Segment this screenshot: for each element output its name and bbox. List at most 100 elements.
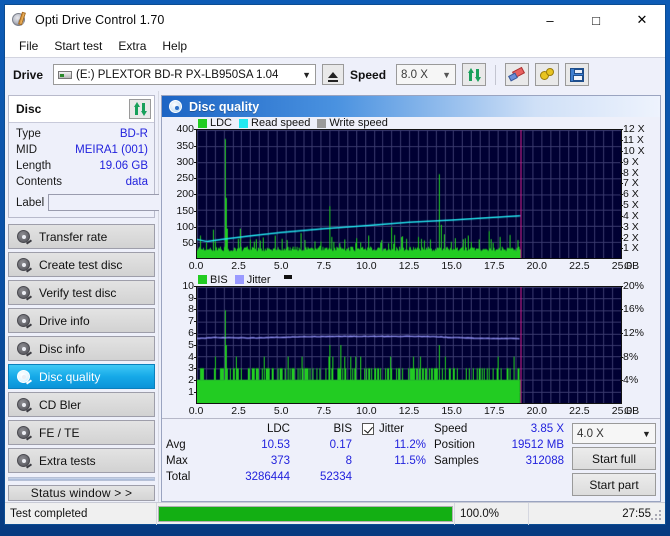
x-tick-label: 17.5 — [483, 404, 505, 417]
app-icon — [12, 11, 28, 28]
ldc-chart-legend: LDC Read speed Write speed — [162, 117, 660, 129]
bis-x-unit: GB — [624, 404, 640, 417]
disc-label-row: Label — [16, 193, 251, 212]
disc-quality-panel: Disc quality LDC Read speed Write speed … — [161, 95, 661, 502]
progress-bar — [158, 505, 453, 522]
disc-icon — [17, 314, 33, 329]
ldc-x-axis: 0.0 2.5 5.0 7.5 10.0 12.5 15.0 17.5 20.0 22.5 25.0… — [162, 259, 660, 273]
jitter-max-value: 11.5% — [394, 455, 426, 467]
settings-button[interactable] — [535, 63, 560, 86]
disc-info-panel: Disc Type BD-R MID MEIRA1 (001) Length 1… — [8, 95, 251, 218]
menu-extra[interactable]: Extra — [110, 37, 154, 55]
position-key: Position — [434, 439, 475, 451]
bis-y-axis-right: 20% 16% 12% 8% 4% — [619, 280, 660, 404]
legend-item-read-speed: Read speed — [239, 117, 310, 129]
save-button[interactable] — [565, 63, 590, 86]
sidebar-item-cd-bler[interactable]: CD Bler — [8, 392, 155, 417]
disc-row-contents: Contents data — [16, 174, 148, 190]
disc-value: 19.06 GB — [99, 160, 148, 172]
sidebar-item-create-test-disc[interactable]: Create test disc — [8, 252, 155, 277]
x-tick-label: 0.0 — [188, 404, 204, 417]
y-tick-label: 1 — [188, 386, 197, 399]
disc-icon — [169, 100, 182, 113]
ldc-x-unit: GB — [624, 260, 640, 273]
close-button[interactable]: ✕ — [619, 5, 665, 35]
status-window-button[interactable]: Status window > > — [8, 485, 155, 501]
y-tick-label: 9 — [188, 291, 197, 304]
speed-value: 3.85 X — [530, 423, 564, 435]
error-statistics-table: LDC BIS Avg 10.53 0.17 Max 373 8 Total 3… — [166, 423, 352, 483]
window-title: Opti Drive Control 1.70 — [35, 13, 165, 27]
minimize-button[interactable]: – — [527, 5, 573, 35]
jitter-checkbox[interactable] — [362, 423, 374, 435]
y-tick-label: 100 — [176, 220, 197, 233]
sidebar-item-fe-te[interactable]: FE / TE — [8, 420, 155, 445]
stats-row-label-avg: Avg — [166, 439, 186, 451]
jitter-header: Jitter — [362, 423, 426, 435]
bis-chart-legend: BIS Jitter — [162, 274, 660, 286]
x-tick-label: 0.0 — [188, 260, 204, 273]
maximize-button[interactable]: □ — [573, 5, 619, 35]
legend-item-bis: BIS — [198, 274, 228, 286]
x-tick-label: 12.5 — [398, 260, 420, 273]
x-tick-label: 7.5 — [316, 260, 332, 273]
disc-refresh-button[interactable] — [129, 99, 151, 119]
bis-y-axis-left: 10 9 8 7 6 5 4 3 2 1 — [162, 280, 197, 404]
sidebar-item-label: Extra tests — [39, 453, 96, 468]
statistics-panel: LDC BIS Avg 10.53 0.17 Max 373 8 Total 3… — [162, 418, 660, 501]
legend-item-jitter: Jitter — [234, 274, 271, 286]
start-part-button[interactable]: Start part — [572, 473, 656, 496]
disc-property-list: Type BD-R MID MEIRA1 (001) Length 19.06 … — [9, 123, 251, 217]
sidebar-item-transfer-rate[interactable]: Transfer rate — [8, 224, 155, 249]
legend-swatch-jitter — [234, 275, 244, 285]
start-full-button[interactable]: Start full — [572, 447, 656, 470]
erase-icon — [508, 66, 526, 82]
resize-grip[interactable] — [651, 510, 662, 521]
y-tick-label: 5 — [188, 338, 197, 351]
menu-file[interactable]: File — [11, 37, 46, 55]
y2-tick-label: 4% — [619, 374, 639, 387]
disc-row-length: Length 19.06 GB — [16, 158, 148, 174]
speed-select[interactable]: 8.0 X ▼ — [396, 64, 457, 85]
disc-panel-title: Disc — [16, 102, 42, 116]
test-speed-select[interactable]: 4.0 X ▼ — [572, 423, 656, 444]
progress-fill — [159, 506, 452, 521]
sidebar-item-disc-info[interactable]: Disc info — [8, 336, 155, 361]
menu-help[interactable]: Help — [154, 37, 195, 55]
legend-item-write-speed: Write speed — [317, 117, 388, 129]
sidebar-item-extra-tests[interactable]: Extra tests — [8, 448, 155, 473]
jitter-column: Jitter 11.2% 11.5% — [362, 423, 426, 467]
disc-icon — [17, 342, 33, 357]
ldc-plot-wrap: 400 350 300 250 200 150 100 50 12 X 11 X 10 X9 X8… — [162, 123, 660, 260]
drive-select-value: (E:) PLEXTOR BD-R PX-LB950SA 1.04 — [76, 68, 279, 81]
x-tick-label: 22.5 — [569, 404, 590, 417]
y2-tick-label: 1 X — [620, 242, 639, 255]
legend-label: Write speed — [329, 117, 388, 130]
bis-plot[interactable] — [196, 285, 622, 404]
x-tick-label: 2.5 — [231, 260, 246, 273]
stats-total-bis: 52334 — [320, 471, 352, 483]
speed-label: Speed — [350, 67, 387, 82]
sidebar-item-verify-test-disc[interactable]: Verify test disc — [8, 280, 155, 305]
disc-key: Type — [16, 128, 41, 140]
y2-tick-label: 16% — [619, 303, 645, 316]
ldc-plot[interactable] — [196, 129, 622, 260]
disc-key: Contents — [16, 176, 63, 188]
charts-area: LDC Read speed Write speed 400 350 300 2… — [162, 117, 660, 418]
sidebar-item-disc-quality[interactable]: Disc quality — [8, 364, 155, 389]
stats-avg-bis: 0.17 — [329, 439, 352, 451]
sidebar-item-label: Disc info — [39, 341, 86, 356]
refresh-button[interactable] — [462, 63, 487, 86]
erase-button[interactable] — [505, 63, 530, 86]
x-tick-label: 2.5 — [231, 404, 246, 417]
x-tick-label: 17.5 — [483, 260, 505, 273]
legend-label: LDC — [210, 117, 233, 130]
eject-button[interactable] — [322, 64, 345, 85]
drive-select[interactable]: (E:) PLEXTOR BD-R PX-LB950SA 1.04 ▼ — [53, 64, 317, 85]
y-tick-label: 6 — [188, 327, 197, 340]
menu-start-test[interactable]: Start test — [46, 37, 110, 55]
sidebar-item-drive-info[interactable]: Drive info — [8, 308, 155, 333]
legend-swatch-bis — [198, 275, 207, 285]
bis-chart-block: BIS Jitter 10 9 8 7 6 5 4 3 2 1 20% 16% 12% 8% 4% — [162, 274, 660, 418]
y-tick-label: 50 — [182, 237, 197, 250]
